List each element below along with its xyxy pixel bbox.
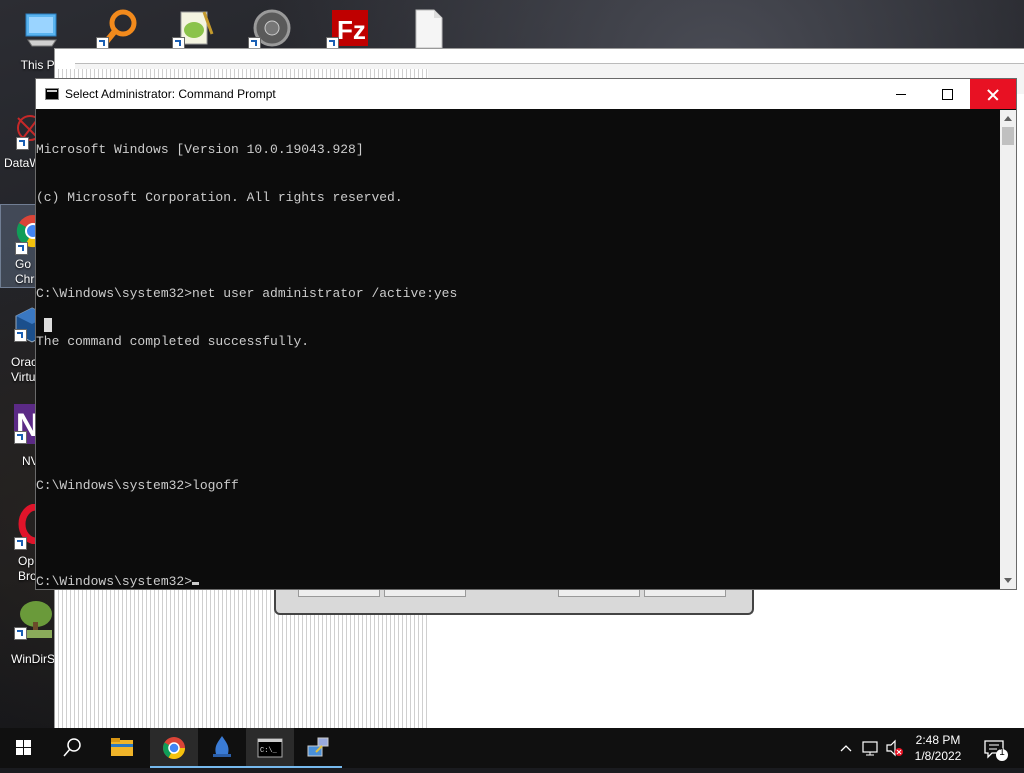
desktop-icon-chrome[interactable]: Go Chr bbox=[0, 204, 50, 288]
action-center-button[interactable]: 1 bbox=[978, 728, 1018, 768]
clock-time: 2:48 PM bbox=[915, 733, 961, 747]
desktop-icon-notepad-plus-plus[interactable] bbox=[158, 8, 234, 52]
search-icon bbox=[63, 738, 81, 757]
this-pc-icon bbox=[25, 13, 57, 47]
notification-count-badge: 1 bbox=[999, 747, 1005, 758]
system-clock[interactable]: 2:48 PM 1/8/2022 bbox=[906, 732, 970, 764]
scrollbar-thumb[interactable] bbox=[1002, 127, 1014, 145]
start-button[interactable] bbox=[0, 728, 48, 768]
chrome-icon bbox=[163, 737, 185, 759]
taskbar-network-app[interactable] bbox=[294, 728, 342, 768]
console-line: (c) Microsoft Corporation. All rights re… bbox=[36, 190, 403, 205]
svg-text:Fz: Fz bbox=[337, 15, 366, 45]
desktop-icon-blank-file[interactable] bbox=[390, 8, 466, 52]
minimize-button[interactable] bbox=[878, 79, 924, 109]
svg-text:C:\_: C:\_ bbox=[260, 747, 278, 755]
shortcut-arrow-icon bbox=[14, 537, 27, 550]
vertical-scrollbar[interactable] bbox=[1000, 110, 1016, 589]
scroll-up-arrow-icon[interactable] bbox=[1000, 110, 1016, 126]
taskbar-command-prompt[interactable]: C:\_ bbox=[246, 728, 294, 768]
console-line: C:\Windows\system32>logoff bbox=[36, 478, 239, 493]
text-cursor bbox=[192, 582, 200, 585]
clock-date: 1/8/2022 bbox=[914, 749, 962, 763]
scroll-down-arrow-icon[interactable] bbox=[1000, 573, 1016, 589]
volume-muted-icon bbox=[886, 739, 903, 757]
desktop-icon-filezilla[interactable]: Fz bbox=[312, 8, 388, 52]
shortcut-arrow-icon bbox=[14, 627, 27, 640]
console-prompt: C:\Windows\system32> bbox=[36, 574, 193, 589]
command-prompt-icon: C:\_ bbox=[257, 738, 283, 758]
file-explorer-icon bbox=[111, 738, 133, 756]
window-title: Select Administrator: Command Prompt bbox=[65, 87, 276, 101]
window-titlebar[interactable]: Select Administrator: Command Prompt bbox=[36, 79, 1016, 109]
sign-icon bbox=[213, 736, 231, 757]
console-line: The command completed successfully. bbox=[36, 334, 310, 349]
shortcut-arrow-icon bbox=[14, 431, 27, 444]
taskbar-file-explorer[interactable] bbox=[98, 728, 146, 768]
search-button[interactable] bbox=[48, 728, 96, 768]
taskbar-chrome[interactable] bbox=[150, 728, 198, 768]
start-icon bbox=[16, 740, 31, 755]
console-prompt-line: C:\Windows\system32> bbox=[36, 574, 998, 590]
desktop-icon-label: WinDirS bbox=[11, 652, 55, 666]
desktop-icon-installer[interactable] bbox=[234, 8, 310, 52]
desktop-icon-virtualbox[interactable]: Orac Virtu bbox=[0, 304, 49, 386]
shortcut-arrow-icon bbox=[16, 137, 29, 150]
desktop-icon-nvda[interactable]: N NV bbox=[0, 404, 54, 470]
network-status-button[interactable] bbox=[860, 728, 882, 768]
maximize-button[interactable] bbox=[924, 79, 970, 109]
shortcut-arrow-icon bbox=[14, 329, 27, 342]
mouse-text-caret bbox=[44, 318, 52, 332]
close-button[interactable] bbox=[970, 79, 1016, 109]
volume-button[interactable] bbox=[884, 728, 906, 768]
show-hidden-icons-button[interactable] bbox=[836, 728, 856, 768]
network-monitor-icon bbox=[862, 741, 878, 756]
command-prompt-window[interactable]: Select Administrator: Command Prompt Mic… bbox=[35, 78, 1017, 590]
shortcut-arrow-icon bbox=[15, 242, 28, 255]
desktop-icon-search[interactable] bbox=[82, 8, 158, 52]
network-icon bbox=[307, 737, 329, 757]
taskbar: C:\_ 2:48 PM 1/8/2022 1 bbox=[0, 728, 1024, 768]
console-line: Microsoft Windows [Version 10.0.19043.92… bbox=[36, 142, 364, 157]
blank-file-icon bbox=[415, 9, 443, 48]
taskbar-sign-app[interactable] bbox=[198, 728, 246, 768]
console-line: C:\Windows\system32>net user administrat… bbox=[36, 286, 458, 301]
console-output[interactable]: Microsoft Windows [Version 10.0.19043.92… bbox=[36, 110, 998, 589]
desktop-icon-opera[interactable]: Op Bro bbox=[0, 504, 52, 586]
chevron-up-icon bbox=[840, 745, 852, 752]
command-prompt-icon bbox=[45, 88, 59, 100]
